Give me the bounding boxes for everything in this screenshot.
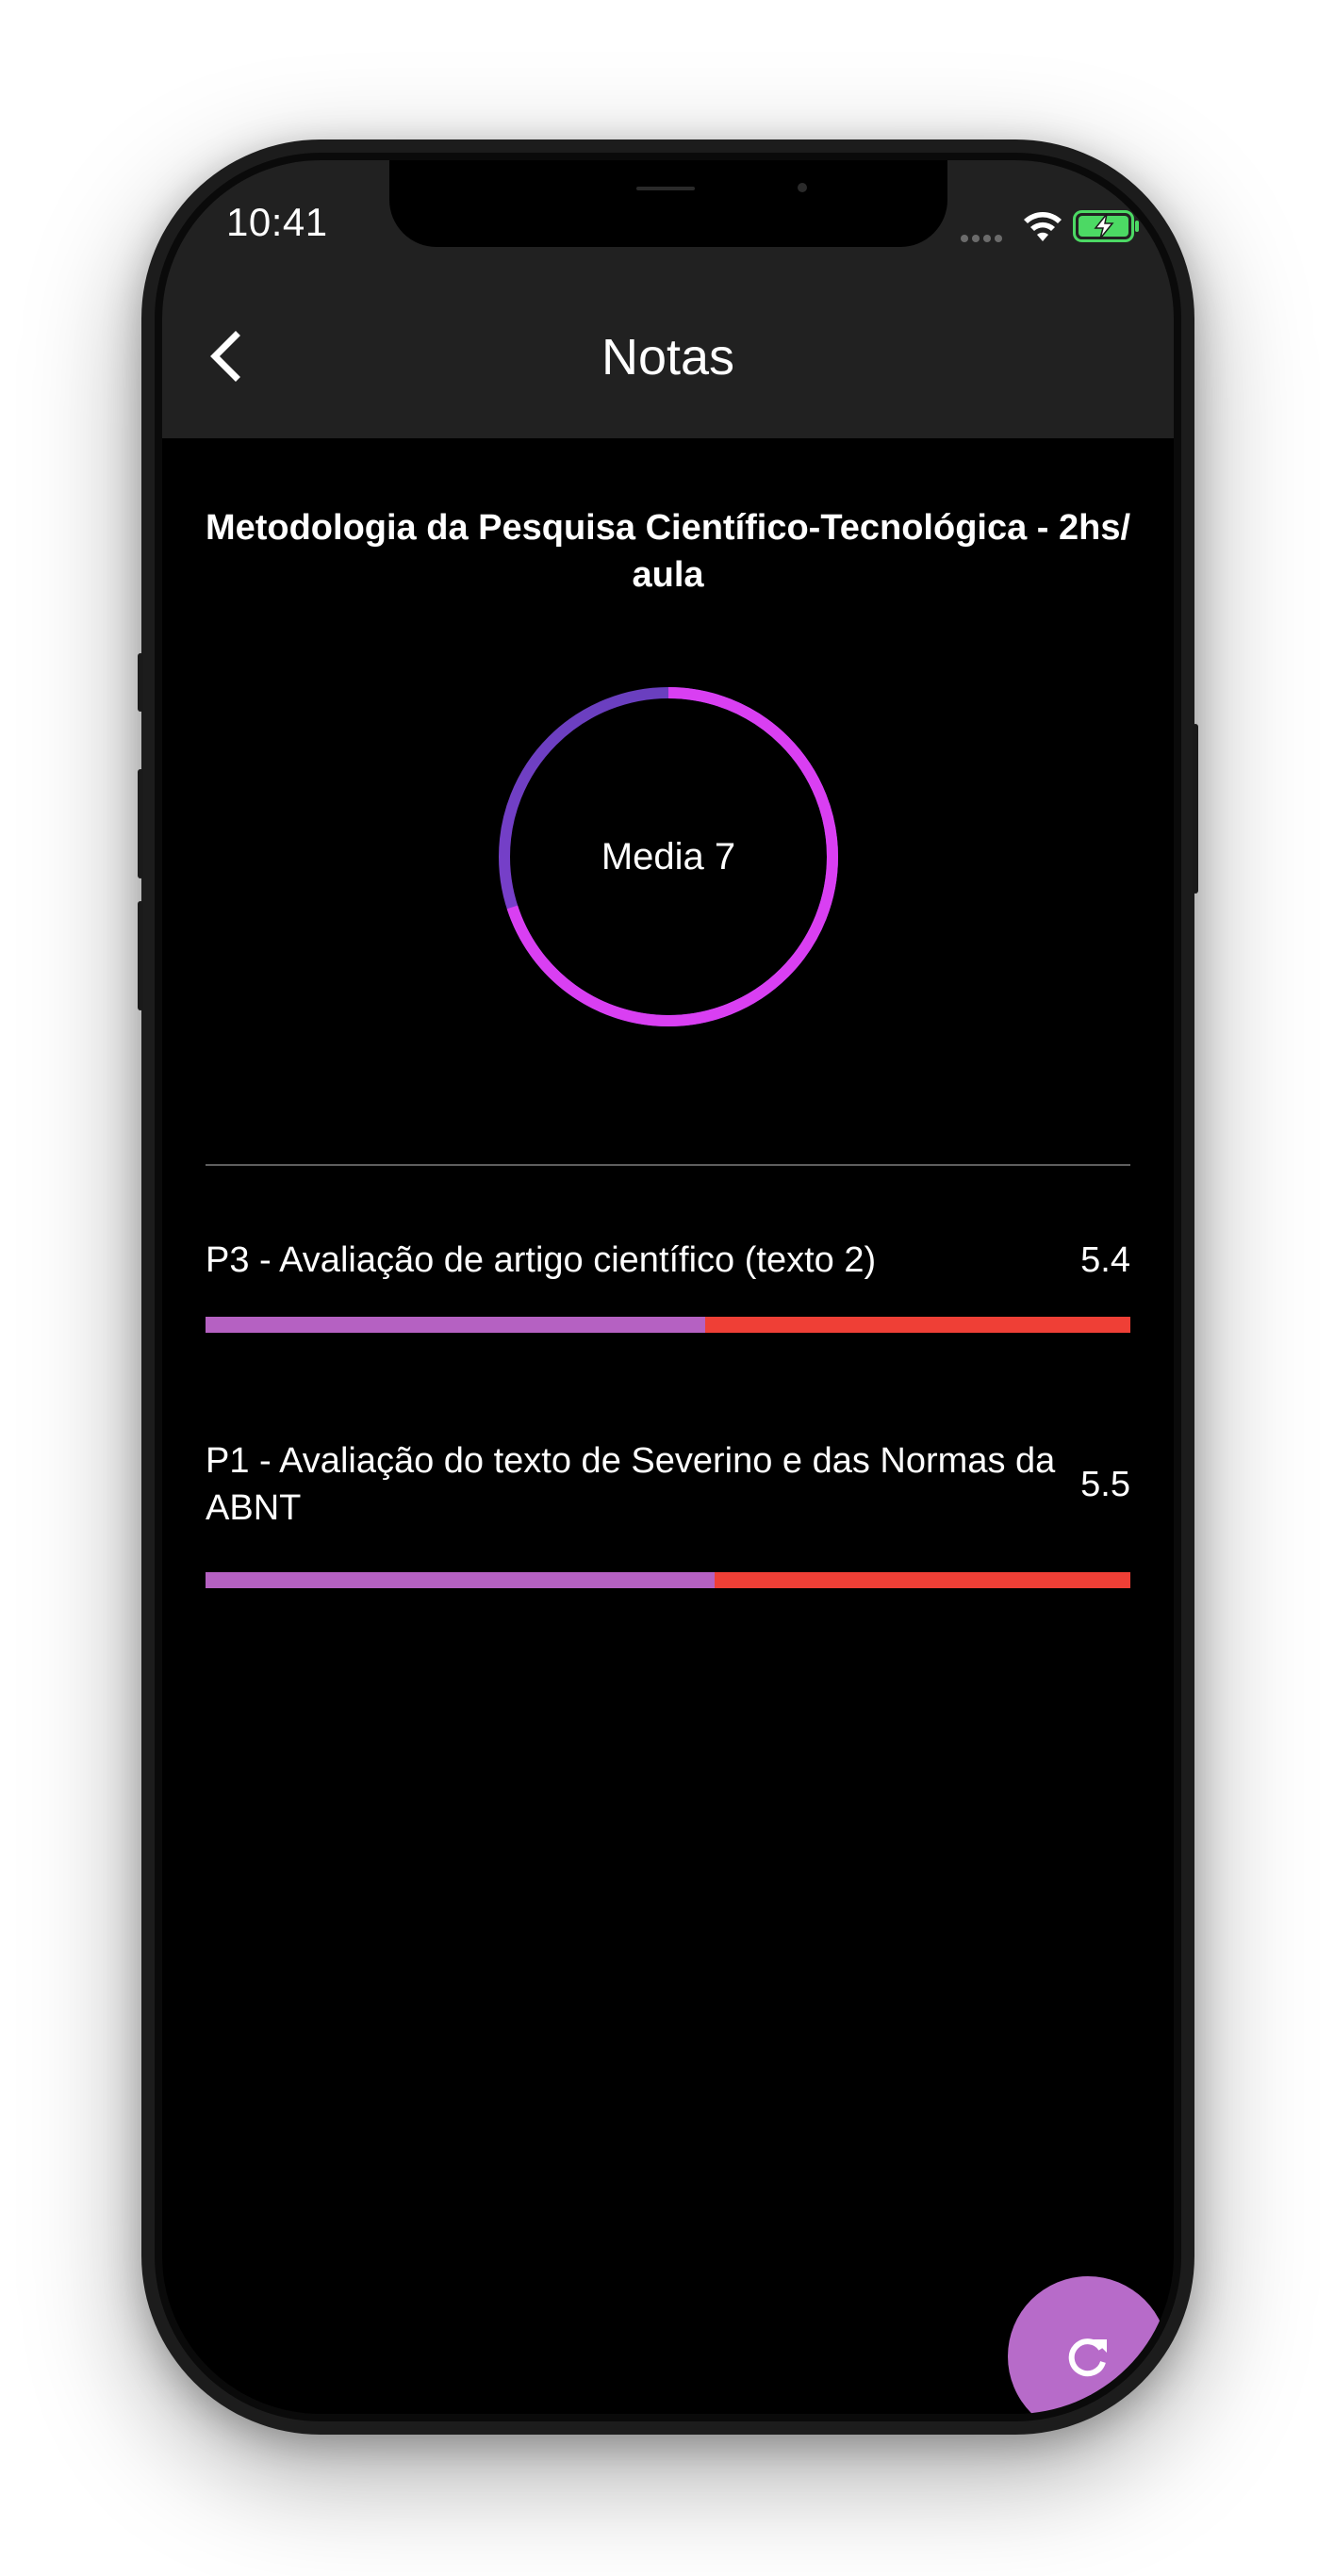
grade-progress-bar — [206, 1317, 1130, 1333]
wifi-icon — [1024, 212, 1062, 241]
grade-value: 5.5 — [1080, 1464, 1130, 1504]
page-title: Notas — [601, 329, 735, 386]
grade-item: P1 - Avaliação do texto de Severino e da… — [206, 1437, 1130, 1588]
status-time: 10:41 — [226, 200, 328, 244]
subject-title: Metodologia da Pesquisa Científico-Tecno… — [205, 508, 1131, 595]
cellular-signal-icon — [961, 228, 1010, 242]
grade-label: P3 - Avaliação de artigo científico (tex… — [206, 1240, 877, 1280]
mute-switch — [138, 653, 143, 712]
grade-value: 5.4 — [1080, 1239, 1130, 1280]
grade-item: P3 - Avaliação de artigo científico (tex… — [206, 1237, 1130, 1333]
speaker-grille — [636, 187, 695, 190]
battery-charging-icon — [1073, 210, 1139, 242]
refresh-icon — [1068, 2338, 1107, 2377]
grade-progress-bar — [206, 1572, 1130, 1588]
grade-label: P1 - Avaliação do texto de Severino e da… — [206, 1441, 1056, 1528]
volume-down-button — [138, 901, 143, 1010]
notch — [389, 160, 947, 247]
refresh-button[interactable] — [1008, 2276, 1168, 2414]
power-button — [1193, 724, 1198, 894]
grade-progress-fill — [206, 1572, 715, 1588]
average-label: Media 7 — [601, 835, 736, 878]
divider — [206, 1164, 1130, 1166]
phone-frame: 10:41 Notas Metodologia da Pesquisa Cien… — [138, 139, 1198, 2435]
grade-progress-fill — [206, 1317, 705, 1333]
front-camera — [798, 183, 807, 192]
volume-up-button — [138, 769, 143, 878]
screen: 10:41 Notas Metodologia da Pesquisa Cien… — [162, 160, 1174, 2414]
